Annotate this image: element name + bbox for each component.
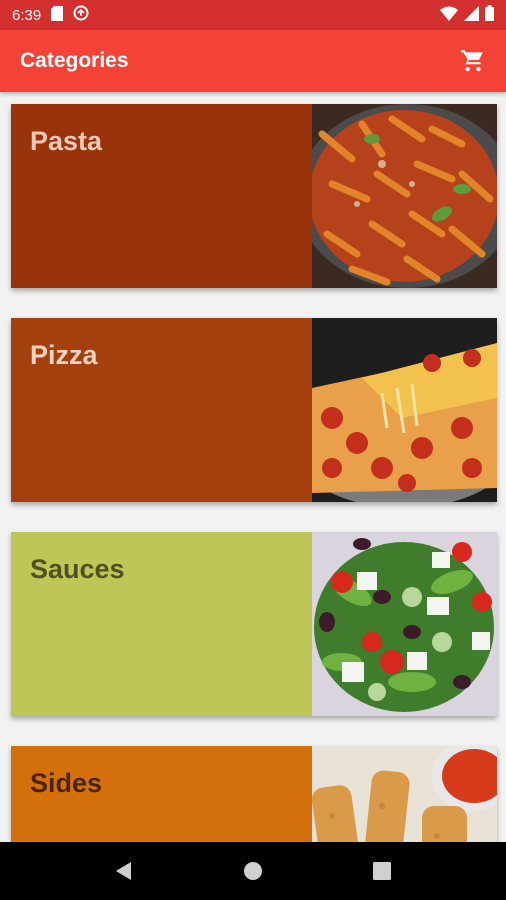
cart-icon <box>461 50 483 72</box>
category-label: Sauces <box>30 554 125 584</box>
card-color-panel: Sides <box>11 746 312 842</box>
category-label: Sides <box>30 768 103 798</box>
back-icon <box>116 862 132 880</box>
wifi-icon <box>440 6 458 25</box>
category-card-sauces[interactable]: Sauces <box>11 532 497 716</box>
back-button[interactable] <box>104 851 144 891</box>
category-card-pizza[interactable]: Pizza <box>11 318 497 502</box>
salad-image <box>312 532 497 716</box>
status-bar: 6:39 <box>0 0 506 30</box>
cart-button[interactable] <box>458 46 488 76</box>
page-title: Categories <box>20 49 129 72</box>
card-color-panel: Pizza <box>11 318 312 502</box>
card-color-panel: Pasta <box>11 104 312 288</box>
status-right <box>440 5 494 25</box>
category-card-sides[interactable]: Sides <box>11 746 497 842</box>
category-list[interactable]: Pasta Pizza Sauces Sides <box>0 92 506 842</box>
pizza-image <box>312 318 497 502</box>
category-card-pasta[interactable]: Pasta <box>11 104 497 288</box>
sync-icon <box>73 5 89 25</box>
pasta-image <box>312 104 497 288</box>
category-label: Pizza <box>30 340 98 370</box>
card-color-panel: Sauces <box>11 532 312 716</box>
signal-icon <box>464 5 479 25</box>
status-time: 6:39 <box>12 6 42 24</box>
navigation-bar <box>0 842 506 900</box>
status-left: 6:39 <box>12 5 89 25</box>
recents-icon <box>372 862 391 880</box>
sd-card-icon <box>51 5 64 25</box>
recents-button[interactable] <box>362 851 402 891</box>
home-icon <box>243 862 262 880</box>
battery-icon <box>485 5 494 25</box>
sides-image <box>312 746 497 842</box>
category-label: Pasta <box>30 126 103 156</box>
app-bar: Categories <box>0 30 506 92</box>
home-button[interactable] <box>233 851 273 891</box>
